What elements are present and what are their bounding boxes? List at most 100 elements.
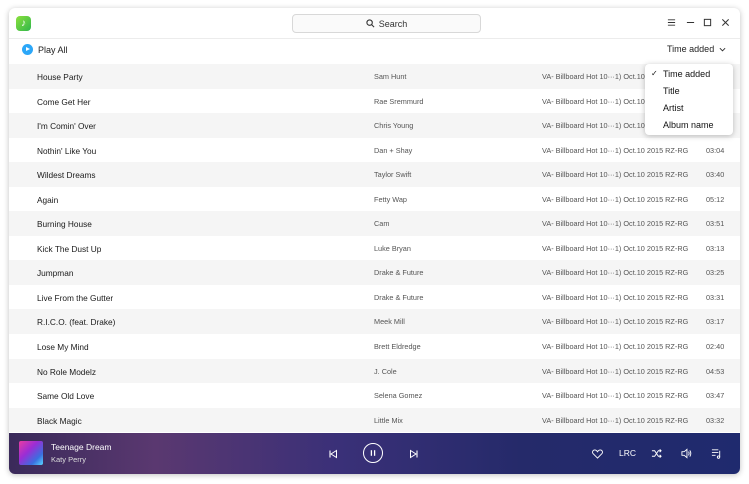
song-row[interactable]: House Party Sam Hunt VA- Billboard Hot 1… — [9, 64, 740, 89]
checkmark-icon: ✓ — [651, 69, 658, 78]
app-logo-icon[interactable]: ♪ — [16, 16, 31, 31]
song-duration: 02:40 — [706, 342, 725, 352]
sort-option-time-added[interactable]: Time added — [663, 69, 710, 79]
menu-icon — [667, 18, 675, 26]
song-album: VA- Billboard Hot 10···1) Oct.10 2015 RZ… — [542, 170, 689, 180]
menu-button[interactable] — [665, 16, 677, 28]
sort-option-album-name[interactable]: Album name — [663, 120, 714, 130]
song-duration: 03:25 — [706, 268, 725, 278]
song-row[interactable]: Kick The Dust Up Luke Bryan VA- Billboar… — [9, 236, 740, 261]
song-album: VA- Billboard Hot 10···1) Oct.10 2015 RZ… — [542, 366, 689, 376]
song-duration: 03:40 — [706, 170, 725, 180]
chevron-down-icon — [719, 47, 726, 51]
playlist-icon — [711, 449, 721, 459]
song-title: Same Old Love — [37, 391, 95, 402]
sort-dropdown[interactable]: Time added — [667, 44, 726, 54]
search-icon — [366, 19, 375, 28]
song-row[interactable]: Lose My Mind Brett Eldredge VA- Billboar… — [9, 334, 740, 359]
song-artist: Chris Young — [374, 121, 414, 131]
lyrics-button[interactable]: LRC — [619, 448, 636, 458]
song-title: I'm Comin' Over — [37, 121, 96, 132]
now-playing-artist: Katy Perry — [51, 455, 87, 464]
song-row[interactable]: I'm Comin' Over Chris Young VA- Billboar… — [9, 113, 740, 138]
song-row[interactable]: Live From the Gutter Drake & Future VA- … — [9, 285, 740, 310]
song-row[interactable]: Burning House Cam VA- Billboard Hot 10··… — [9, 211, 740, 236]
song-row[interactable]: Come Get Her Rae Sremmurd VA- Billboard … — [9, 89, 740, 114]
song-row[interactable]: Black Magic Little Mix VA- Billboard Hot… — [9, 407, 740, 433]
song-title: Kick The Dust Up — [37, 243, 102, 254]
song-title: Jumpman — [37, 268, 74, 279]
favorite-button[interactable] — [590, 447, 604, 460]
song-row[interactable]: No Role Modelz J. Cole VA- Billboard Hot… — [9, 358, 740, 384]
pause-button[interactable] — [363, 443, 383, 463]
song-title: No Role Modelz — [37, 366, 97, 377]
play-circle-icon — [22, 44, 33, 55]
play-all-label: Play All — [38, 44, 68, 55]
song-album: VA- Billboard Hot 10···1) Oct.10 2015 RZ… — [542, 194, 689, 204]
close-button[interactable] — [719, 16, 731, 28]
song-title: Wildest Dreams — [37, 170, 96, 181]
search-input[interactable]: Search — [292, 14, 481, 33]
song-row[interactable]: Jumpman Drake & Future VA- Billboard Hot… — [9, 260, 740, 285]
close-icon — [721, 18, 729, 26]
song-row[interactable]: R.I.C.O. (feat. Drake) Meek Mill VA- Bil… — [9, 309, 740, 335]
play-all-button[interactable]: Play All — [22, 44, 68, 55]
titlebar: ♪ Search — [9, 8, 740, 39]
song-artist: Drake & Future — [374, 268, 424, 278]
pause-icon — [370, 450, 376, 456]
song-artist: J. Cole — [374, 366, 397, 376]
song-title: Again — [37, 194, 59, 205]
album-cover[interactable] — [19, 441, 43, 465]
song-artist: Fetty Wap — [374, 194, 407, 204]
shuffle-icon — [651, 449, 662, 458]
playlist-button[interactable] — [710, 447, 723, 460]
maximize-button[interactable] — [701, 16, 713, 28]
song-row[interactable]: Same Old Love Selena Gomez VA- Billboard… — [9, 383, 740, 408]
song-album: VA- Billboard Hot 10···1) Oct.10 2015 RZ… — [542, 342, 689, 352]
heart-icon — [591, 448, 603, 459]
song-row[interactable]: Wildest Dreams Taylor Swift VA- Billboar… — [9, 162, 740, 187]
song-title: Come Get Her — [37, 96, 91, 107]
shuffle-button[interactable] — [650, 447, 663, 460]
next-button[interactable] — [408, 448, 420, 460]
sort-option-title[interactable]: Title — [663, 86, 680, 96]
song-artist: Dan + Shay — [374, 145, 413, 155]
song-duration: 03:47 — [706, 391, 725, 401]
song-title: House Party — [37, 72, 83, 82]
song-artist: Rae Sremmurd — [374, 96, 424, 106]
song-duration: 03:32 — [706, 415, 725, 425]
song-album: VA- Billboard Hot 10···1) Oct.10 2015 RZ… — [542, 292, 689, 302]
song-row[interactable]: Nothin' Like You Dan + Shay VA- Billboar… — [9, 138, 740, 163]
sort-menu: ✓ Time added Title Artist Album name — [645, 64, 733, 135]
now-playing-title: Teenage Dream — [51, 442, 112, 452]
song-artist: Brett Eldredge — [374, 342, 421, 352]
song-album: VA- Billboard Hot 10···1) Oct.10 2015 RZ… — [542, 268, 689, 278]
minimize-button[interactable] — [684, 16, 696, 28]
sort-option-artist[interactable]: Artist — [663, 103, 684, 113]
song-duration: 03:13 — [706, 243, 725, 253]
song-album: VA- Billboard Hot 10···1) Oct.10 2015 RZ… — [542, 317, 689, 327]
song-duration: 03:04 — [706, 145, 725, 155]
song-duration: 05:12 — [706, 194, 725, 204]
song-album: VA- Billboard Hot 10···1) Oct.10 2015 RZ… — [542, 415, 689, 425]
song-album: VA- Billboard Hot 10···1) Oct.10 2015 RZ… — [542, 391, 689, 401]
song-title: Black Magic — [37, 415, 82, 426]
volume-button[interactable] — [680, 447, 693, 460]
song-duration: 03:17 — [706, 317, 725, 327]
song-title: R.I.C.O. (feat. Drake) — [37, 317, 116, 328]
player-bar: Teenage Dream Katy Perry LRC — [9, 433, 740, 474]
minimize-icon — [686, 21, 694, 23]
song-album: VA- Billboard Hot 10···1) Oct.10 2015 RZ… — [542, 219, 689, 229]
song-title: Live From the Gutter — [37, 292, 114, 303]
previous-button[interactable] — [327, 448, 339, 460]
song-artist: Luke Bryan — [374, 243, 411, 253]
song-artist: Sam Hunt — [374, 72, 407, 81]
song-album: VA- Billboard Hot 10···1) Oct.10 2015 RZ… — [542, 145, 689, 155]
volume-icon — [681, 448, 692, 459]
song-row[interactable]: Again Fetty Wap VA- Billboard Hot 10···1… — [9, 187, 740, 212]
song-title: Nothin' Like You — [37, 145, 97, 156]
song-artist: Little Mix — [374, 415, 403, 425]
song-list: House Party Sam Hunt VA- Billboard Hot 1… — [9, 64, 740, 433]
song-duration: 04:53 — [706, 366, 725, 376]
song-title: Lose My Mind — [37, 342, 89, 353]
